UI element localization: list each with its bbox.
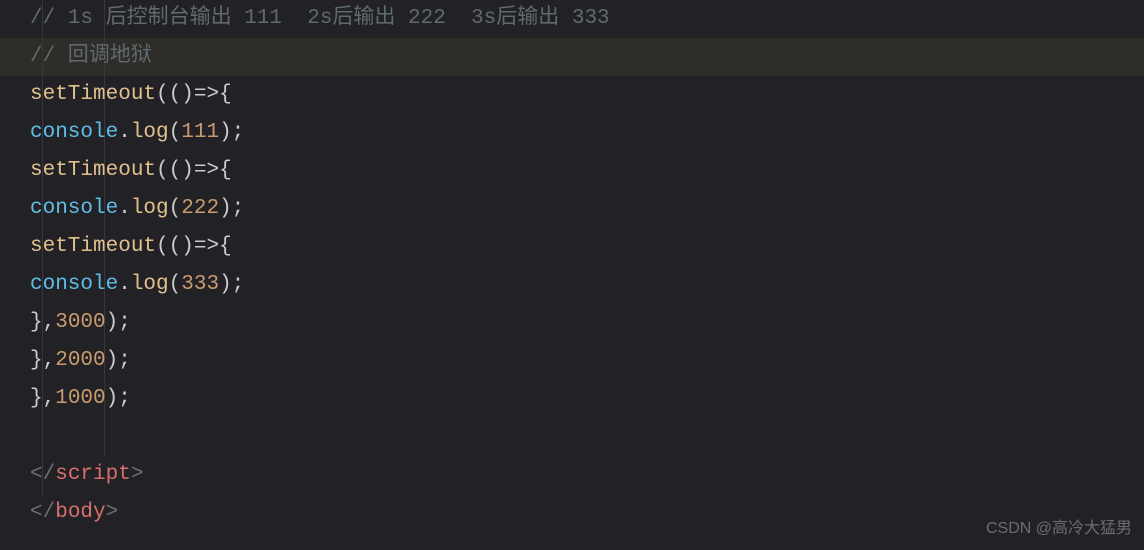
identifier-settimeout: setTimeout: [30, 152, 156, 190]
identifier-console: console: [30, 190, 118, 228]
semicolon: ;: [232, 266, 245, 304]
paren-close: ): [219, 190, 232, 228]
dot: .: [118, 190, 131, 228]
code-line-empty[interactable]: [0, 418, 1144, 456]
method-log: log: [131, 190, 169, 228]
arrow-op: =>: [194, 152, 219, 190]
comment-text: // 1s 后控制台输出 111 2s后输出 222 3s后输出 333: [30, 0, 610, 38]
code-line[interactable]: </script>: [0, 456, 1144, 494]
paren-open: (: [169, 190, 182, 228]
semicolon: ;: [232, 114, 245, 152]
paren-close: ): [181, 76, 194, 114]
brace-close: }: [30, 380, 43, 418]
paren-close: ): [106, 342, 119, 380]
paren-open: (: [169, 228, 182, 266]
paren-open: (: [156, 228, 169, 266]
identifier-settimeout: setTimeout: [30, 228, 156, 266]
code-line[interactable]: }, 1000);: [0, 380, 1144, 418]
number-literal: 1000: [55, 380, 105, 418]
tag-bracket: >: [131, 456, 144, 494]
comment-text: // 回调地狱: [30, 38, 152, 76]
paren-open: (: [156, 76, 169, 114]
paren-open: (: [169, 76, 182, 114]
brace-close: }: [30, 342, 43, 380]
tag-bracket: </: [30, 494, 55, 532]
code-editor[interactable]: // 1s 后控制台输出 111 2s后输出 222 3s后输出 333 // …: [0, 0, 1144, 532]
tag-body: body: [55, 494, 105, 532]
comma: ,: [43, 304, 56, 342]
number-literal: 111: [181, 114, 219, 152]
paren-open: (: [169, 114, 182, 152]
paren-close: ): [219, 114, 232, 152]
number-literal: 333: [181, 266, 219, 304]
semicolon: ;: [118, 304, 131, 342]
arrow-op: =>: [194, 76, 219, 114]
code-line[interactable]: console.log(222);: [0, 190, 1144, 228]
paren-close: ): [106, 380, 119, 418]
paren-close: ): [106, 304, 119, 342]
code-line[interactable]: console.log(111);: [0, 114, 1144, 152]
number-literal: 222: [181, 190, 219, 228]
number-literal: 2000: [55, 342, 105, 380]
paren-open: (: [169, 152, 182, 190]
arrow-op: =>: [194, 228, 219, 266]
brace-open: {: [219, 228, 232, 266]
method-log: log: [131, 114, 169, 152]
code-line[interactable]: }, 3000);: [0, 304, 1144, 342]
semicolon: ;: [118, 342, 131, 380]
number-literal: 3000: [55, 304, 105, 342]
paren-close: ): [219, 266, 232, 304]
method-log: log: [131, 266, 169, 304]
code-line[interactable]: setTimeout(() => {: [0, 228, 1144, 266]
paren-open: (: [169, 266, 182, 304]
code-line[interactable]: }, 2000);: [0, 342, 1144, 380]
tag-bracket: >: [106, 494, 119, 532]
brace-open: {: [219, 152, 232, 190]
tag-script: script: [55, 456, 131, 494]
code-line[interactable]: </body>: [0, 494, 1144, 532]
dot: .: [118, 114, 131, 152]
identifier-console: console: [30, 266, 118, 304]
tag-bracket: </: [30, 456, 55, 494]
dot: .: [118, 266, 131, 304]
code-line-active[interactable]: // 回调地狱: [0, 38, 1144, 76]
comma: ,: [43, 342, 56, 380]
semicolon: ;: [118, 380, 131, 418]
semicolon: ;: [232, 190, 245, 228]
paren-close: ): [181, 228, 194, 266]
code-line[interactable]: setTimeout(() => {: [0, 152, 1144, 190]
code-line[interactable]: setTimeout(() => {: [0, 76, 1144, 114]
paren-open: (: [156, 152, 169, 190]
identifier-settimeout: setTimeout: [30, 76, 156, 114]
paren-close: ): [181, 152, 194, 190]
brace-close: }: [30, 304, 43, 342]
identifier-console: console: [30, 114, 118, 152]
code-line[interactable]: // 1s 后控制台输出 111 2s后输出 222 3s后输出 333: [0, 0, 1144, 38]
brace-open: {: [219, 76, 232, 114]
watermark-text: CSDN @高冷大猛男: [986, 515, 1132, 544]
comma: ,: [43, 380, 56, 418]
code-line[interactable]: console.log(333);: [0, 266, 1144, 304]
